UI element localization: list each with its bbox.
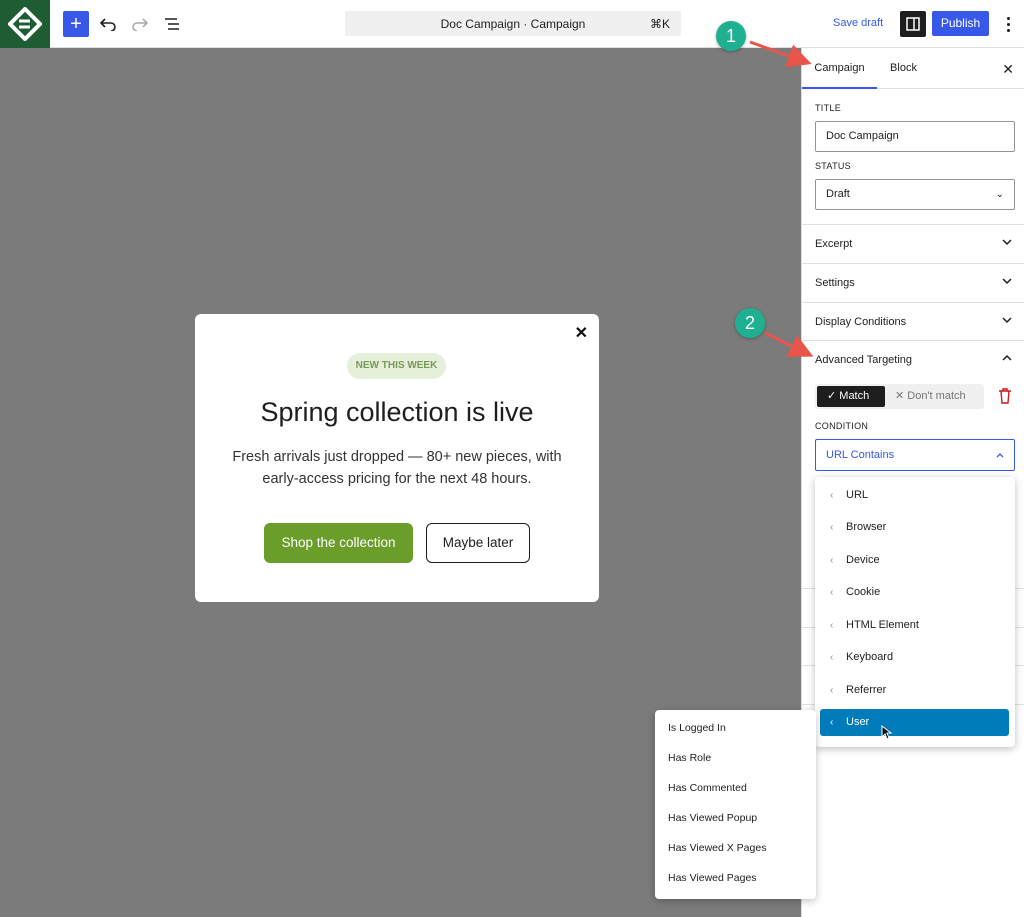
submenu-item-has-viewed-popup[interactable]: Has Viewed Popup — [668, 812, 757, 824]
command-palette-button[interactable]: Doc Campaign · Campaign ⌘K — [345, 11, 681, 36]
trash-icon[interactable] — [998, 388, 1012, 404]
dropdown-item-label: Keyboard — [846, 651, 894, 663]
undo-icon[interactable] — [95, 11, 121, 37]
dropdown-item-label: Browser — [846, 521, 887, 533]
advanced-targeting-title: Advanced Targeting — [815, 354, 913, 366]
document-overview-icon[interactable] — [159, 11, 185, 37]
excerpt-panel[interactable]: Excerpt — [802, 224, 1024, 263]
dropdown-item-label: Referrer — [846, 684, 887, 696]
chevron-down-icon: ⌄ — [995, 189, 1004, 200]
dropdown-item-keyboard[interactable]: ‹ Keyboard — [820, 644, 1009, 671]
mouse-cursor-icon — [881, 725, 892, 740]
sidebar-tabs: Campaign Block ✕ — [802, 48, 1024, 89]
submenu-item-is-logged-in[interactable]: Is Logged In — [668, 722, 726, 734]
chevron-up-icon — [1002, 354, 1012, 361]
dropdown-item-user[interactable]: ‹ User — [820, 709, 1009, 736]
chevron-left-icon: ‹ — [830, 522, 834, 533]
chevron-left-icon: ‹ — [830, 685, 834, 696]
chevron-down-icon — [1002, 317, 1012, 324]
match-label: Match — [839, 390, 870, 402]
chevron-down-icon — [1002, 278, 1012, 285]
close-sidebar-icon[interactable]: ✕ — [1002, 61, 1014, 78]
submenu-item-has-viewed-x-pages[interactable]: Has Viewed X Pages — [668, 842, 766, 854]
shop-collection-button[interactable]: Shop the collection — [264, 523, 413, 563]
annotation-callout-1: 1 — [716, 21, 746, 51]
condition-value: URL Contains — [826, 449, 895, 461]
chevron-left-icon: ‹ — [830, 587, 834, 598]
match-toggle: ✓ Match ✕ Don't match — [815, 384, 984, 409]
chevron-left-icon: ‹ — [830, 717, 834, 728]
chevron-left-icon: ‹ — [830, 620, 834, 631]
tab-campaign[interactable]: Campaign — [802, 48, 877, 89]
more-options-icon[interactable] — [1000, 13, 1016, 35]
user-submenu: Is Logged In Has Role Has Commented Has … — [655, 710, 816, 899]
dropdown-item-device[interactable]: ‹ Device — [820, 547, 1009, 574]
dropdown-item-referrer[interactable]: ‹ Referrer — [820, 677, 1009, 704]
display-conditions-title: Display Conditions — [815, 316, 907, 328]
excerpt-title: Excerpt — [815, 238, 853, 250]
popup-badge: NEW THIS WEEK — [347, 353, 446, 379]
tab-block[interactable]: Block — [877, 48, 930, 89]
condition-select[interactable]: URL Contains — [815, 439, 1015, 471]
dropdown-item-label: Device — [846, 554, 880, 566]
document-title: Doc Campaign · Campaign — [440, 17, 586, 31]
editor-top-bar: + Doc Campaign · Campaign ⌘K Save draft … — [0, 0, 1024, 48]
chevron-left-icon: ‹ — [830, 555, 834, 566]
dropdown-item-label: Cookie — [846, 586, 881, 598]
campaign-popup: ✕ NEW THIS WEEK Spring collection is liv… — [195, 314, 599, 602]
match-option[interactable]: ✓ Match — [817, 386, 885, 407]
add-block-button[interactable]: + — [63, 11, 89, 37]
dont-match-option[interactable]: ✕ Don't match — [895, 386, 966, 407]
title-input[interactable]: Doc Campaign — [815, 121, 1015, 152]
settings-sidebar-toggle[interactable] — [900, 11, 926, 37]
popup-body: Fresh arrivals just dropped — 80+ new pi… — [232, 449, 562, 487]
save-draft-button[interactable]: Save draft — [833, 17, 883, 29]
popup-headline: Spring collection is live — [260, 397, 534, 427]
settings-panel[interactable]: Settings — [802, 263, 1024, 302]
dropdown-item-label: User — [846, 716, 870, 728]
status-label: STATUS — [815, 161, 851, 171]
dropdown-item-url[interactable]: ‹ URL — [820, 482, 1009, 509]
logo-mark-icon — [8, 7, 42, 41]
maybe-later-button[interactable]: Maybe later — [426, 523, 530, 563]
dropdown-item-html-element[interactable]: ‹ HTML Element — [820, 612, 1009, 639]
dropdown-item-browser[interactable]: ‹ Browser — [820, 514, 1009, 541]
submenu-item-has-role[interactable]: Has Role — [668, 752, 711, 764]
settings-title: Settings — [815, 277, 855, 289]
popup-close-button[interactable]: ✕ — [575, 323, 588, 343]
status-select[interactable]: Draft ⌄ — [815, 179, 1015, 210]
submenu-item-has-commented[interactable]: Has Commented — [668, 782, 747, 794]
dropdown-item-cookie[interactable]: ‹ Cookie — [820, 579, 1009, 606]
sidebar-icon — [906, 17, 920, 31]
dropdown-item-label: URL — [846, 489, 869, 501]
chevron-up-icon — [996, 453, 1004, 458]
publish-button[interactable]: Publish — [932, 11, 989, 36]
chevron-down-icon — [1002, 239, 1012, 246]
status-value: Draft — [826, 188, 850, 200]
display-conditions-panel[interactable]: Display Conditions — [802, 302, 1024, 341]
dont-match-label: Don't match — [907, 390, 966, 402]
chevron-left-icon: ‹ — [830, 652, 834, 663]
condition-dropdown: ‹ URL ‹ Browser ‹ Device ‹ Cookie ‹ HTML Elem… — [815, 477, 1015, 747]
advanced-targeting-panel[interactable]: Advanced Targeting — [802, 340, 1024, 379]
condition-label: CONDITION — [815, 421, 869, 431]
editor-logo-icon[interactable] — [0, 0, 50, 48]
dropdown-item-label: HTML Element — [846, 619, 919, 631]
title-label: TITLE — [815, 103, 842, 113]
annotation-callout-2: 2 — [735, 308, 765, 338]
redo-icon[interactable] — [127, 11, 153, 37]
command-shortcut: ⌘K — [649, 17, 670, 31]
submenu-item-has-viewed-pages[interactable]: Has Viewed Pages — [668, 872, 757, 884]
chevron-left-icon: ‹ — [830, 490, 834, 501]
